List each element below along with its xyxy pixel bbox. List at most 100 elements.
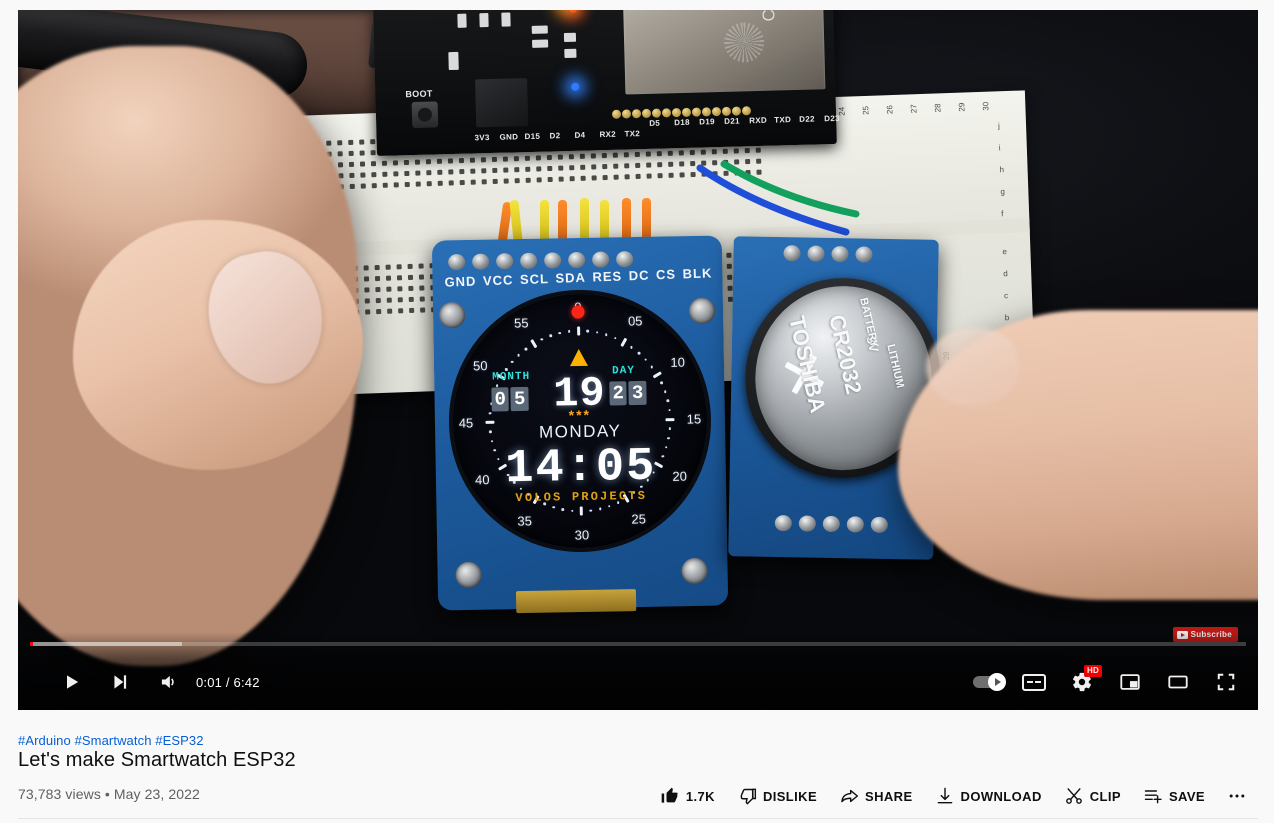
dislike-button[interactable]: DISLIKE bbox=[726, 782, 828, 810]
hashtag-arduino[interactable]: #Arduino bbox=[18, 733, 71, 748]
watch-ring-number: 05 bbox=[628, 314, 643, 329]
battery-type-label: BATTERY bbox=[857, 297, 880, 349]
share-label: SHARE bbox=[865, 789, 913, 804]
esp-pin-label: RXD bbox=[749, 116, 767, 125]
watch-ring-number: 55 bbox=[514, 316, 529, 331]
miniplayer-button[interactable] bbox=[1108, 658, 1152, 706]
watch-tick bbox=[620, 338, 627, 347]
battery-module: TOSHIBA CR2032 3V LITHIUM BATTERY bbox=[728, 236, 939, 560]
player-controls[interactable]: 0:01 / 6:42 HD bbox=[18, 632, 1258, 710]
watch-dot bbox=[549, 335, 552, 338]
progress-played bbox=[30, 642, 33, 646]
watch-tick bbox=[530, 339, 537, 348]
save-button[interactable]: SAVE bbox=[1132, 782, 1216, 810]
video-meta: 73,783 views • May 23, 2022 bbox=[18, 786, 200, 802]
breadboard-row-letter: i bbox=[999, 143, 1001, 152]
watch-stars: *** bbox=[569, 407, 592, 423]
breadboard-row-letter: g bbox=[1000, 187, 1005, 196]
day-value: 23 bbox=[608, 381, 647, 406]
breadboard-row-letter: b bbox=[1005, 313, 1010, 322]
share-button[interactable]: SHARE bbox=[828, 782, 924, 810]
esp-pin-label: TX2 bbox=[624, 129, 640, 138]
breadboard-column-number: 29 bbox=[957, 102, 966, 111]
breadboard-column-number: 27 bbox=[909, 104, 918, 113]
esp-pin-label: D2 bbox=[549, 131, 560, 140]
clip-button[interactable]: CLIP bbox=[1053, 782, 1132, 810]
play-button[interactable] bbox=[50, 658, 94, 706]
video-frame[interactable]: 2424252526262727282829293030 jihgfedcba … bbox=[18, 10, 1258, 710]
volume-button[interactable] bbox=[146, 658, 190, 706]
esp-pin-label: D21 bbox=[724, 116, 740, 125]
watch-face-screen: 00510152025303540455055 MONTH 05 19 DAY … bbox=[451, 292, 709, 550]
esp-pin-label: D4 bbox=[574, 131, 585, 140]
watch-ring-number: 40 bbox=[475, 472, 490, 487]
watch-ring-number: 10 bbox=[670, 355, 685, 370]
led-blue-icon bbox=[571, 83, 579, 91]
watch-dot bbox=[660, 382, 663, 385]
fullscreen-button[interactable] bbox=[1204, 658, 1248, 706]
esp-pin-label: D23 bbox=[824, 114, 840, 123]
theater-button[interactable] bbox=[1156, 658, 1200, 706]
esp-pin-label: RX2 bbox=[599, 130, 616, 139]
display-solder-pads bbox=[448, 251, 633, 270]
watch-tick bbox=[580, 506, 583, 515]
watch-dot bbox=[605, 334, 608, 337]
hashtag-esp32[interactable]: #ESP32 bbox=[155, 733, 203, 748]
month-value: 05 bbox=[490, 387, 529, 412]
esp32-dev-board: ESP-WROOM-32 32ACT2-ESPWROOM32 211-16100… bbox=[373, 10, 837, 156]
scissors-icon bbox=[1064, 786, 1084, 806]
watch-dot bbox=[494, 449, 497, 452]
watch-dot bbox=[599, 507, 602, 510]
watch-dot bbox=[511, 361, 514, 364]
like-button[interactable]: 1.7K bbox=[649, 782, 726, 810]
round-display-module: GNDVCCSCLSDARESDCCSBLK 00510152025303540… bbox=[432, 235, 728, 610]
display-pin-label: SCL bbox=[520, 271, 550, 287]
watch-dot bbox=[664, 390, 667, 393]
watch-dot bbox=[491, 440, 494, 443]
hashtag-smartwatch[interactable]: #Smartwatch bbox=[75, 733, 152, 748]
progress-bar[interactable] bbox=[30, 642, 1246, 646]
captions-button[interactable] bbox=[1012, 658, 1056, 706]
usb-uart-chip bbox=[475, 78, 528, 127]
more-actions-button[interactable] bbox=[1216, 782, 1258, 810]
breadboard-column-number: 26 bbox=[885, 105, 894, 114]
next-video-button[interactable] bbox=[98, 658, 142, 706]
thumbs-up-icon bbox=[660, 786, 680, 806]
display-pin-label: DC bbox=[628, 268, 649, 284]
watch-dot bbox=[489, 412, 492, 415]
watch-tick bbox=[653, 371, 662, 378]
watch-dot bbox=[596, 331, 599, 334]
watch-brand: VOLOS PROJECTS bbox=[515, 489, 647, 505]
video-player[interactable]: 2424252526262727282829293030 jihgfedcba … bbox=[18, 10, 1258, 710]
next-icon bbox=[110, 672, 130, 692]
alarm-arrow-icon bbox=[570, 349, 588, 366]
progress-loaded bbox=[30, 642, 182, 646]
watch-dot bbox=[489, 431, 492, 434]
display-pin-label: BLK bbox=[682, 265, 712, 281]
breadboard-column-number: 25 bbox=[861, 106, 870, 115]
video-title: Let's make Smartwatch ESP32 bbox=[18, 749, 296, 772]
download-button[interactable]: DOWNLOAD bbox=[924, 782, 1053, 810]
breadboard-row-letter: h bbox=[999, 165, 1004, 174]
autoplay-toggle[interactable] bbox=[973, 673, 1008, 691]
share-icon bbox=[839, 786, 859, 806]
toggle-knob bbox=[988, 673, 1006, 691]
watch-dot bbox=[667, 437, 670, 440]
breadboard-row-letter: d bbox=[1003, 269, 1008, 278]
settings-button[interactable]: HD bbox=[1060, 658, 1104, 706]
watch-dot bbox=[668, 409, 671, 412]
watch-dot bbox=[666, 399, 669, 402]
hashtag-list[interactable]: #Arduino #Smartwatch #ESP32 bbox=[18, 733, 204, 748]
fingertip-nail bbox=[926, 328, 1018, 406]
watch-dot bbox=[552, 506, 555, 509]
watch-dot bbox=[665, 446, 668, 449]
play-icon bbox=[62, 672, 82, 692]
breadboard-column-number: 30 bbox=[981, 102, 990, 111]
time-display: 0:01 / 6:42 bbox=[196, 658, 260, 706]
display-pin-label: CS bbox=[656, 267, 677, 283]
watch-ring-number: 50 bbox=[473, 358, 488, 373]
day-label: DAY bbox=[612, 365, 635, 377]
action-bar[interactable]: 1.7K DISLIKE SHARE DOWNLOAD CLIP bbox=[649, 782, 1258, 810]
display-pin-label: VCC bbox=[483, 272, 514, 288]
watch-dot bbox=[614, 337, 617, 340]
